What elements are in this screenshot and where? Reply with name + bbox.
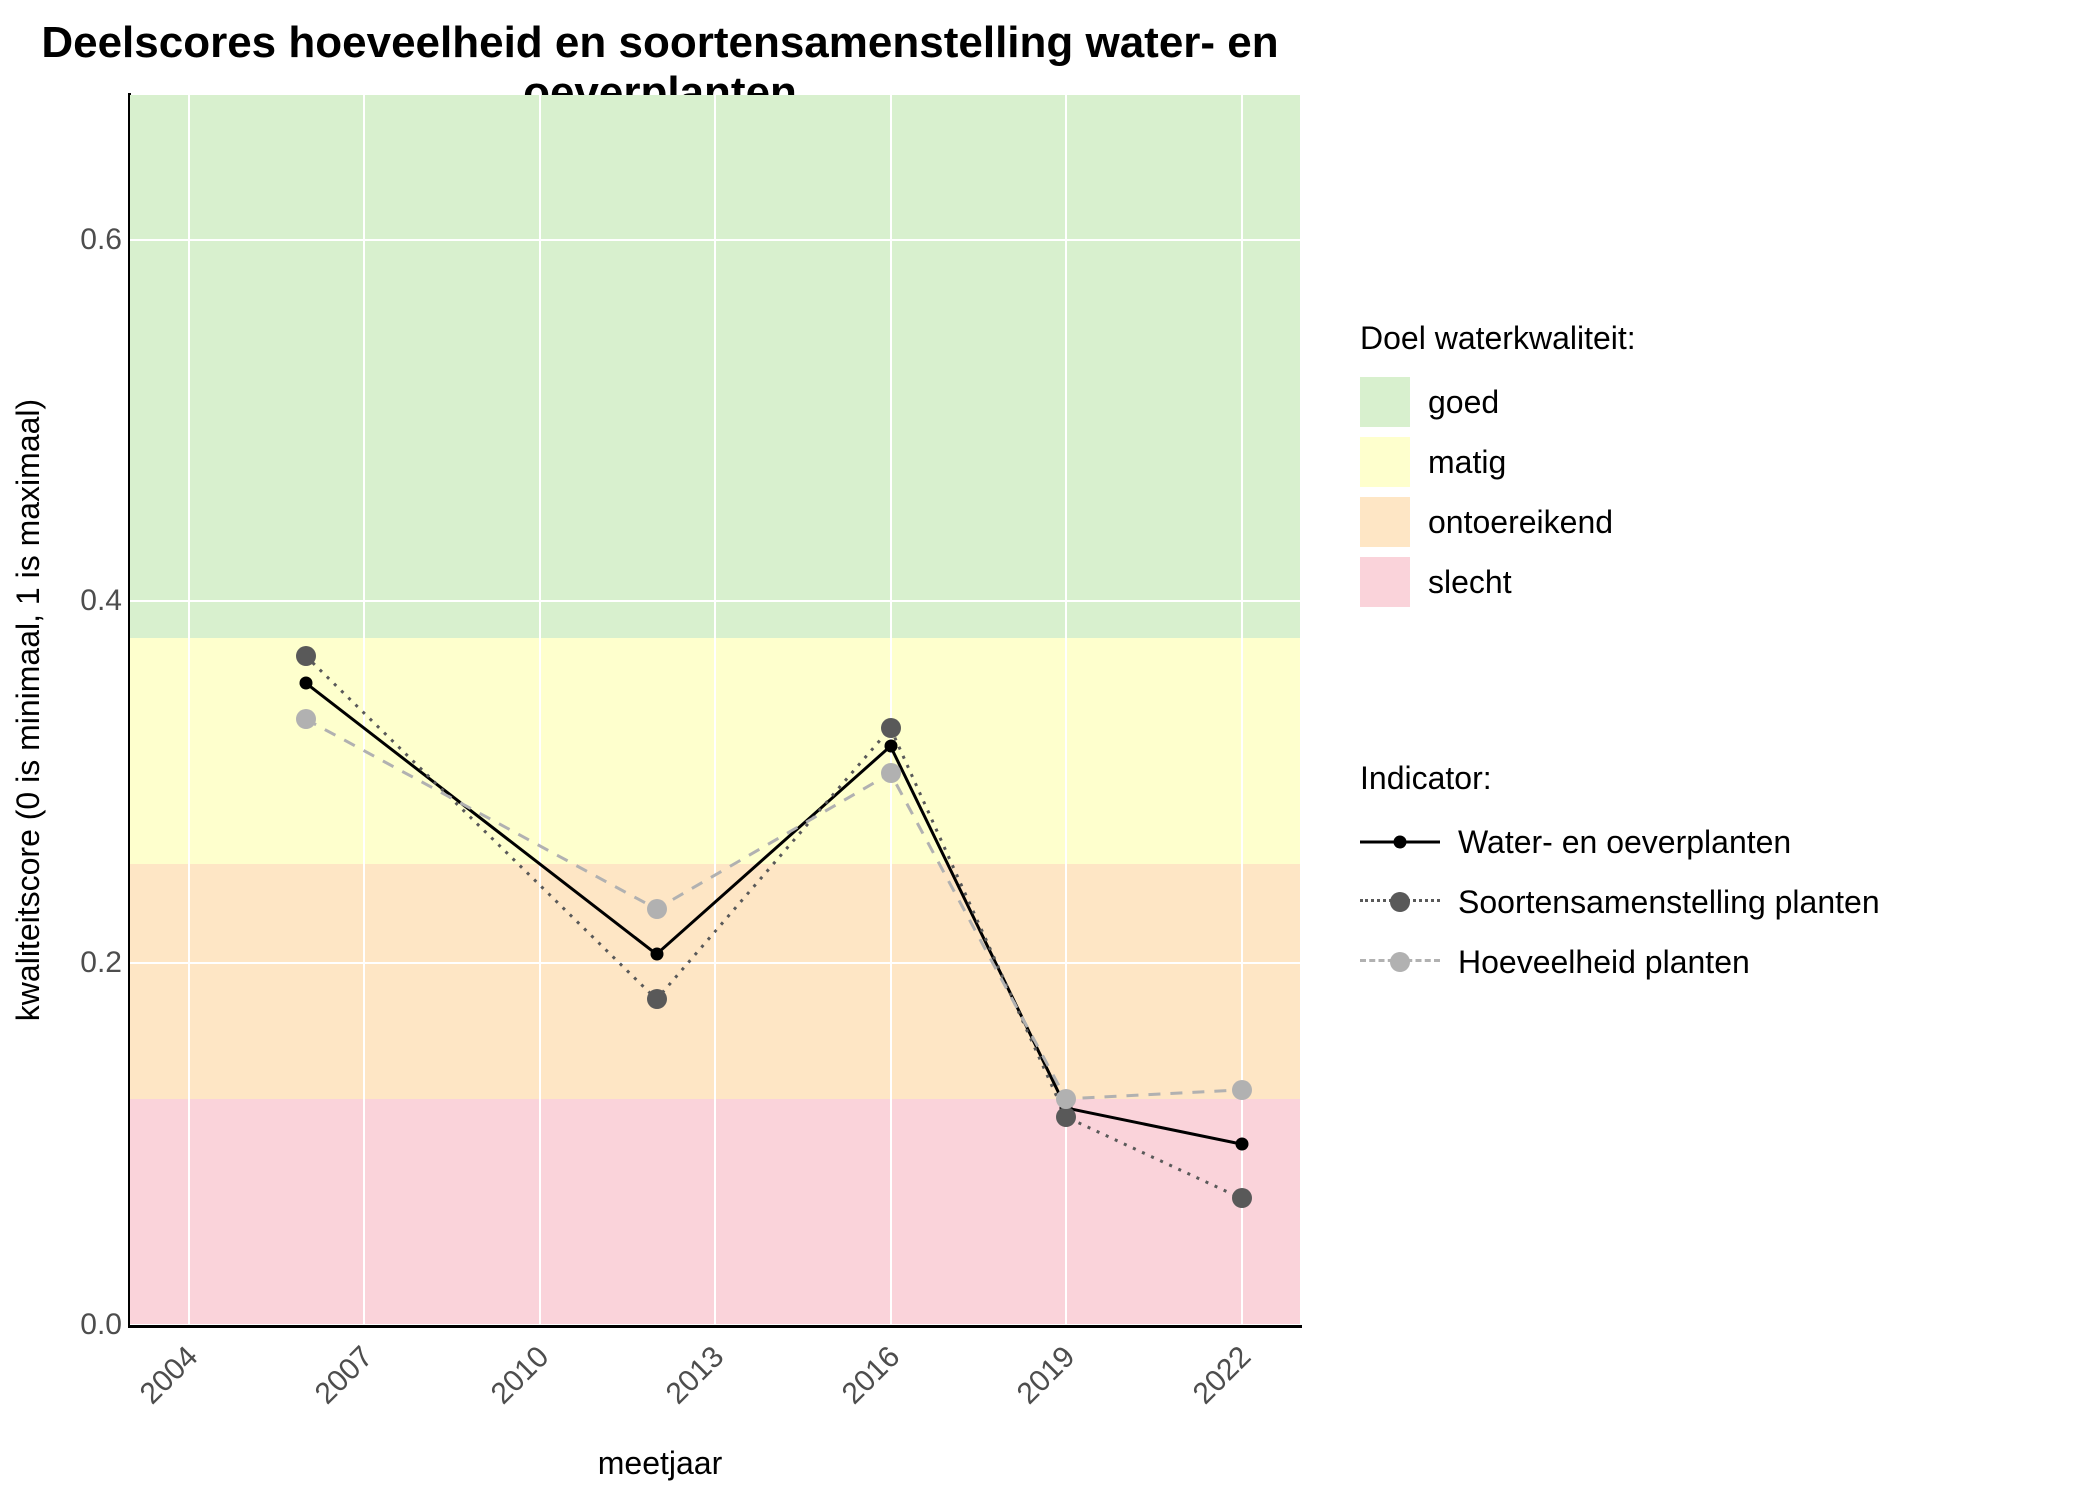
x-tick-label: 2016	[883, 1340, 907, 1364]
swatch-matig	[1360, 437, 1410, 487]
y-axis-label: kwaliteitscore (0 is minimaal, 1 is maxi…	[10, 399, 47, 1021]
legend-dot-icon	[1394, 836, 1407, 849]
legend-indicator-item-water: Water- en oeverplanten	[1360, 817, 1880, 867]
legend-label: goed	[1428, 384, 1499, 421]
legend-indicator-item-hoeveelheid: Hoeveelheid planten	[1360, 937, 1880, 987]
legend-quality-item-goed: goed	[1360, 377, 1636, 427]
series-line	[306, 656, 1242, 1199]
x-tick-label: 2013	[707, 1340, 731, 1364]
x-axis-label: meetjaar	[0, 1445, 1320, 1482]
data-point	[296, 646, 316, 666]
data-point	[881, 718, 901, 738]
legend-label: Water- en oeverplanten	[1458, 824, 1791, 861]
data-point	[650, 948, 663, 961]
data-point	[884, 740, 897, 753]
data-point	[296, 709, 316, 729]
legend-label: matig	[1428, 444, 1506, 481]
swatch-goed	[1360, 377, 1410, 427]
data-point	[647, 989, 667, 1009]
legend-quality-item-ontoereikend: ontoereikend	[1360, 497, 1636, 547]
legend-label: slecht	[1428, 564, 1512, 601]
x-tick-label: 2007	[356, 1340, 380, 1364]
legend-quality: Doel waterkwaliteit: goed matig ontoerei…	[1360, 320, 1636, 617]
swatch-slecht	[1360, 557, 1410, 607]
swatch-ontoereikend	[1360, 497, 1410, 547]
legend-quality-item-matig: matig	[1360, 437, 1636, 487]
series-line	[306, 683, 1242, 1144]
data-point	[299, 676, 312, 689]
legend-quality-title: Doel waterkwaliteit:	[1360, 320, 1636, 357]
legend-label: Soortensamenstelling planten	[1458, 884, 1880, 921]
data-point	[1232, 1080, 1252, 1100]
x-tick-label: 2004	[181, 1340, 205, 1364]
legend-indicator: Indicator: Water- en oeverplanten Soorte…	[1360, 760, 1880, 997]
series-line	[306, 719, 1242, 1099]
x-tick-label: 2022	[1234, 1340, 1258, 1364]
data-point	[1232, 1188, 1252, 1208]
data-point	[647, 899, 667, 919]
x-tick-label: 2019	[1058, 1340, 1082, 1364]
data-point	[1056, 1089, 1076, 1109]
y-tick-label: 0.0	[22, 1308, 122, 1342]
data-point	[1056, 1107, 1076, 1127]
legend-indicator-item-soorten: Soortensamenstelling planten	[1360, 877, 1880, 927]
x-axis-line	[128, 1325, 1302, 1328]
y-tick-label: 0.6	[22, 223, 122, 257]
data-point	[1235, 1138, 1248, 1151]
legend-indicator-title: Indicator:	[1360, 760, 1880, 797]
legend-label: ontoereikend	[1428, 504, 1613, 541]
x-tick-label: 2010	[532, 1340, 556, 1364]
data-point	[881, 763, 901, 783]
legend-dot-icon	[1390, 952, 1410, 972]
legend-dot-icon	[1390, 892, 1410, 912]
legend-label: Hoeveelheid planten	[1458, 944, 1750, 981]
plot-panel	[130, 95, 1300, 1325]
legend-quality-item-slecht: slecht	[1360, 557, 1636, 607]
